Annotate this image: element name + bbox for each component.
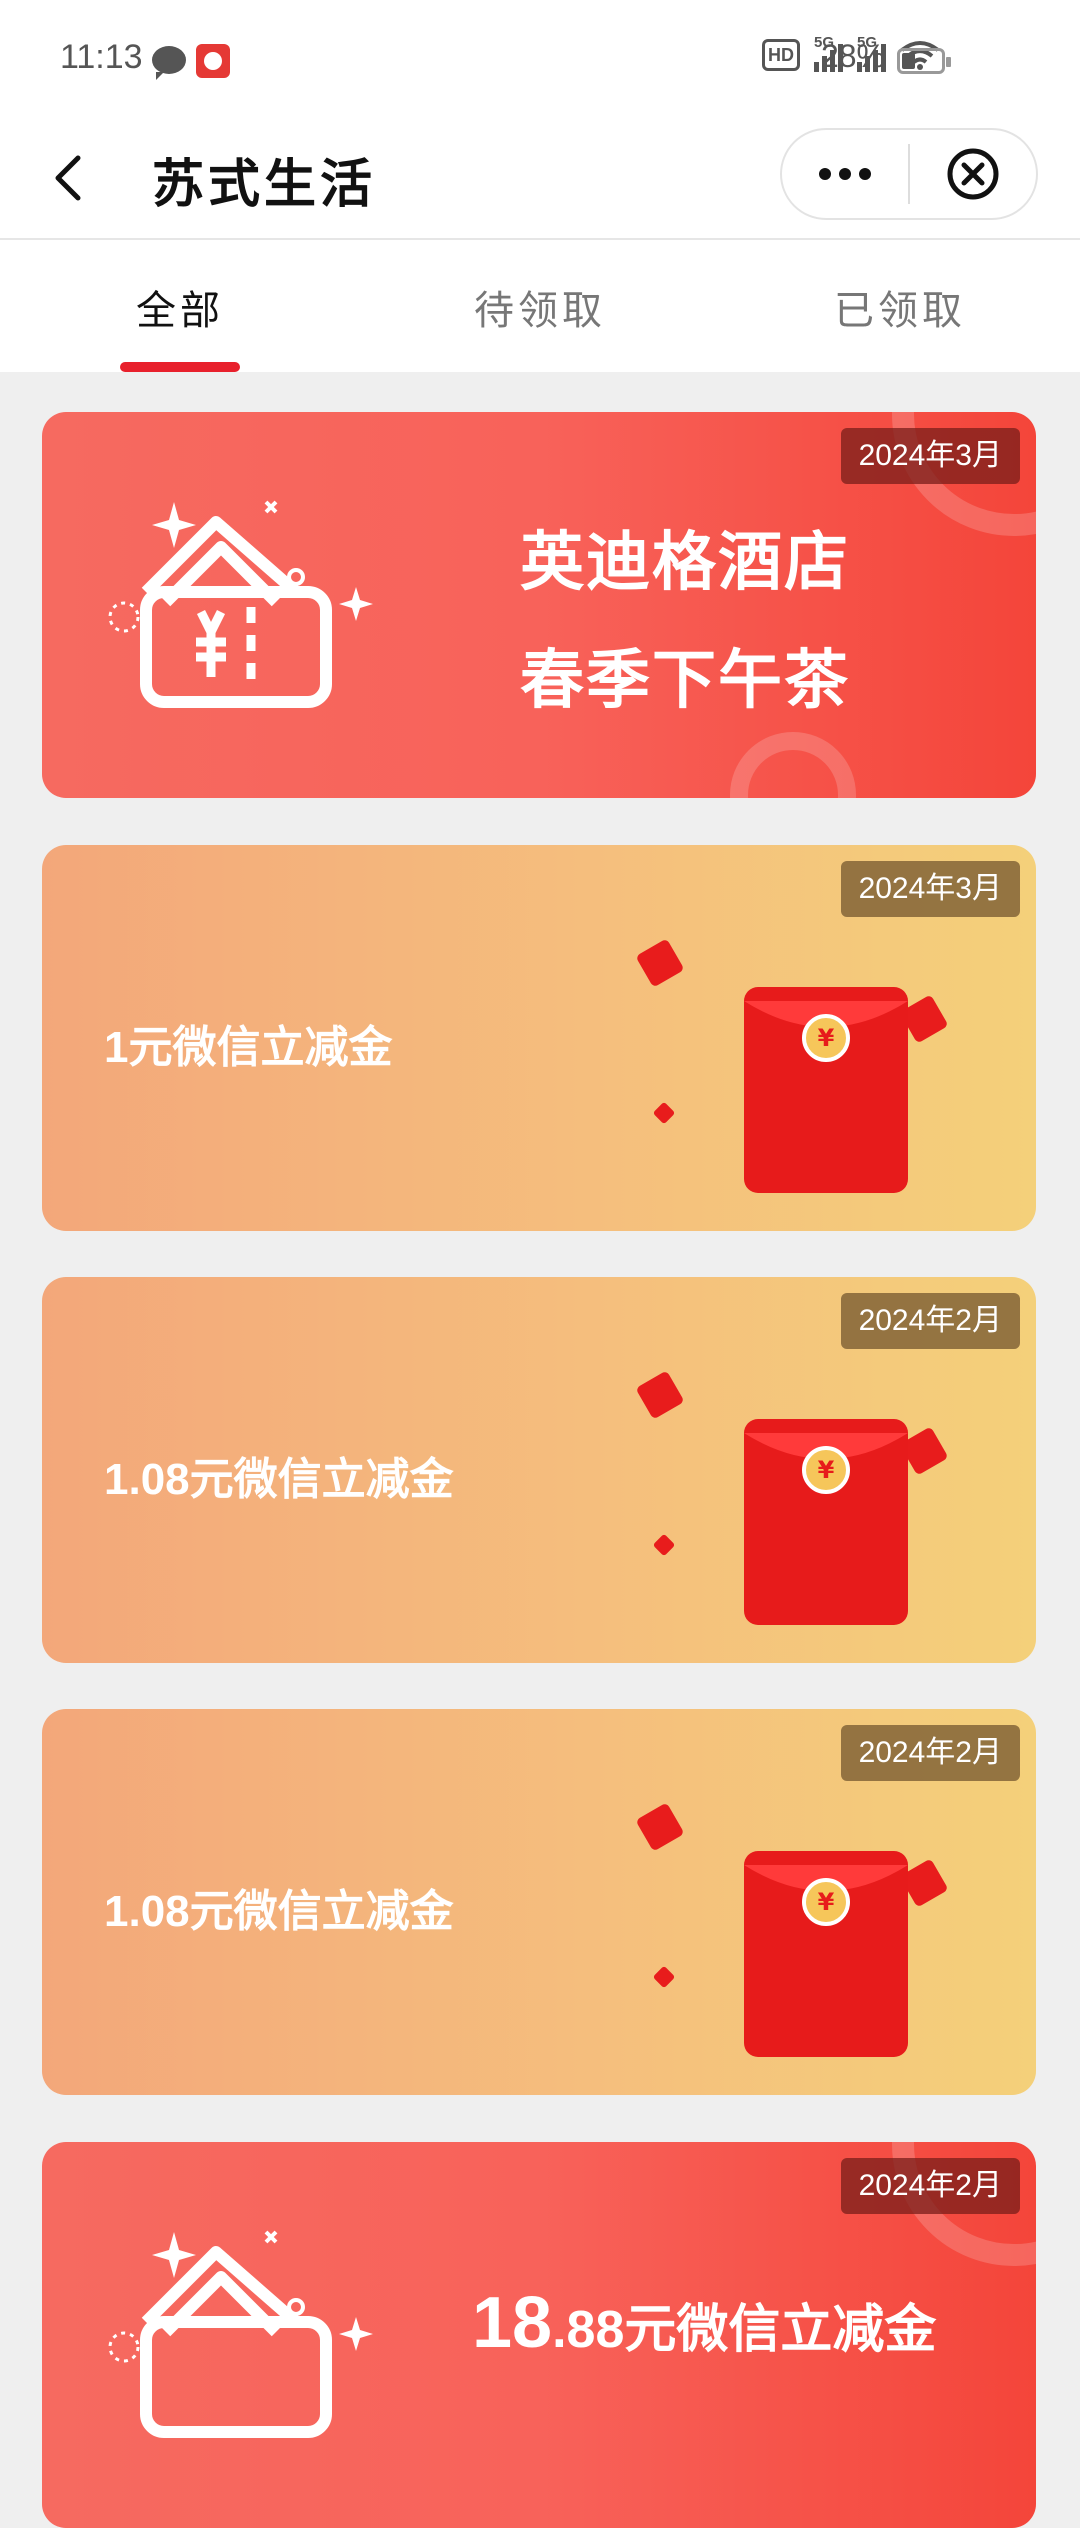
back-button[interactable] bbox=[40, 146, 104, 210]
decor-ring bbox=[730, 732, 856, 798]
tab-all[interactable]: 全部 bbox=[120, 278, 240, 336]
status-time: 11:13 bbox=[60, 38, 143, 76]
coupon-title: 18.88元微信立减金 bbox=[472, 2282, 936, 2364]
date-badge: 2024年3月 bbox=[840, 428, 1020, 484]
mini-program-capsule bbox=[780, 128, 1038, 220]
status-bar: 11:13 HD 5G 5G 28% bbox=[0, 0, 1080, 118]
coupon-amount-int: 18 bbox=[472, 2283, 553, 2363]
coupon-card[interactable]: 18.88元微信立减金 2024年2月 bbox=[42, 2142, 1036, 2528]
hd-badge: HD bbox=[762, 39, 800, 71]
svg-text:¥: ¥ bbox=[818, 1456, 835, 1484]
coupon-title: 1.08元微信立减金 bbox=[104, 1455, 454, 1504]
message-notification-icon bbox=[152, 46, 186, 80]
close-button[interactable] bbox=[910, 130, 1036, 218]
coupon-title: 1元微信立减金 bbox=[104, 1023, 393, 1072]
coupon-card[interactable]: 1元微信立减金 ¥ 2024年3月 bbox=[42, 845, 1036, 1231]
more-dots-icon bbox=[819, 168, 831, 180]
tab-pending[interactable]: 待领取 bbox=[440, 278, 640, 336]
close-circle-icon bbox=[947, 148, 999, 200]
app-notification-icon bbox=[196, 44, 230, 78]
battery-icon bbox=[897, 48, 951, 74]
coupon-title: 1.08元微信立减金 bbox=[104, 1887, 454, 1936]
ticket-icon bbox=[108, 2230, 373, 2438]
more-button[interactable] bbox=[782, 130, 908, 218]
coupon-card[interactable]: 英迪格酒店 春季下午茶 2024年3月 bbox=[42, 412, 1036, 798]
battery-percent: 28% bbox=[820, 38, 885, 74]
svg-text:¥: ¥ bbox=[818, 1888, 835, 1916]
red-envelope-icon: ¥ bbox=[637, 1372, 947, 1625]
svg-text:¥: ¥ bbox=[818, 1024, 835, 1052]
date-badge: 2024年2月 bbox=[840, 1725, 1020, 1781]
coupon-card[interactable]: 1.08元微信立减金 ¥ 2024年2月 bbox=[42, 1709, 1036, 2095]
coupon-title-line-1: 英迪格酒店 bbox=[520, 526, 850, 600]
active-tab-indicator bbox=[120, 362, 240, 372]
coupon-amount-rest: .88元微信立减金 bbox=[552, 2301, 937, 2359]
ticket-icon bbox=[108, 500, 373, 708]
coupon-title-line-2: 春季下午茶 bbox=[520, 644, 850, 718]
tab-bar: 全部 待领取 已领取 bbox=[0, 240, 1080, 372]
red-envelope-icon: ¥ bbox=[637, 1804, 947, 2057]
tab-received[interactable]: 已领取 bbox=[800, 278, 1000, 336]
coupon-card[interactable]: 1.08元微信立减金 ¥ 2024年2月 bbox=[42, 1277, 1036, 1663]
date-badge: 2024年2月 bbox=[840, 1293, 1020, 1349]
date-badge: 2024年3月 bbox=[840, 861, 1020, 917]
red-envelope-icon: ¥ bbox=[637, 940, 947, 1193]
coupon-title: 英迪格酒店 春季下午茶 bbox=[520, 504, 850, 740]
date-badge: 2024年2月 bbox=[840, 2158, 1020, 2214]
chevron-left-icon bbox=[55, 155, 81, 201]
page-title: 苏式生活 bbox=[152, 154, 377, 215]
navigation-bar: 苏式生活 bbox=[0, 118, 1080, 240]
